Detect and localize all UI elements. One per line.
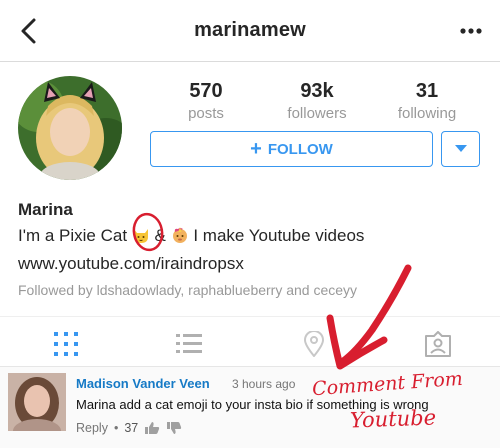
unicorn-emoji-icon	[172, 227, 187, 243]
triangle-down-icon	[454, 145, 467, 152]
youtube-comment: Madison Vander Veen 3 hours ago Marina a…	[0, 366, 500, 448]
followers-count: 93k	[300, 80, 334, 102]
stat-following[interactable]: 31 following	[382, 80, 472, 122]
top-bar: marinamew	[0, 0, 500, 62]
profile-avatar[interactable]	[18, 76, 122, 180]
stat-followers[interactable]: 93k followers	[272, 80, 362, 122]
comment-author[interactable]: Madison Vander Veen	[76, 376, 210, 391]
posts-label: posts	[188, 105, 224, 122]
plus-icon: +	[250, 138, 262, 160]
bio-ampersand: &	[154, 226, 166, 245]
profile-tabs	[0, 316, 500, 366]
thumbs-down-icon[interactable]	[166, 421, 182, 435]
avatar-image	[18, 76, 122, 180]
follow-button[interactable]: + FOLLOW	[150, 131, 433, 167]
more-dots-icon[interactable]	[460, 24, 482, 38]
commenter-avatar-image	[8, 373, 66, 431]
followed-by-text[interactable]: Followed by ldshadowlady, raphablueberry…	[18, 282, 488, 298]
follow-label: FOLLOW	[267, 140, 333, 158]
reply-button[interactable]: Reply	[76, 421, 108, 435]
following-count: 31	[415, 80, 439, 102]
location-icon[interactable]	[300, 331, 328, 357]
grid-icon[interactable]	[52, 331, 80, 357]
tagged-photos-icon[interactable]	[424, 331, 452, 357]
bio-website-link[interactable]: www.youtube.com/iraindropsx	[18, 254, 488, 274]
commenter-avatar[interactable]	[8, 373, 66, 431]
profile-bio: Marina I'm a Pixie Cat & I make Youtube …	[18, 200, 488, 298]
followers-label: followers	[287, 105, 347, 122]
bio-text-end: I make Youtube videos	[193, 226, 365, 245]
bio-text: I'm a Pixie Cat & I make Youtube videos	[18, 226, 488, 246]
profile-name: Marina	[18, 200, 73, 219]
comment-text: Marina add a cat emoji to your insta bio…	[76, 397, 429, 412]
comment-timestamp[interactable]: 3 hours ago	[232, 377, 295, 391]
like-count: 37	[124, 421, 139, 435]
separator-dot: •	[113, 421, 119, 435]
posts-count: 570	[189, 80, 223, 102]
comment-actions: Reply • 37	[76, 421, 182, 435]
suggested-dropdown-button[interactable]	[441, 131, 480, 167]
profile-username: marinamew	[194, 19, 306, 41]
bio-text-start: I'm a Pixie Cat	[18, 226, 128, 245]
thumbs-up-icon[interactable]	[144, 421, 160, 435]
list-icon[interactable]	[175, 331, 203, 357]
following-label: following	[397, 105, 457, 122]
cat-emoji-icon	[133, 229, 148, 243]
stat-posts[interactable]: 570 posts	[161, 80, 251, 122]
